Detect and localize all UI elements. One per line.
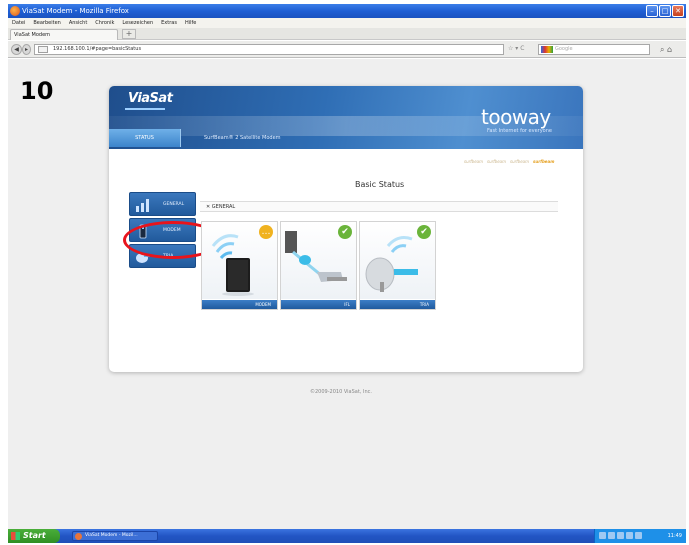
tray-icon[interactable] — [635, 532, 642, 539]
warning-badge: … — [259, 225, 273, 239]
tile-footer: TRIA — [360, 300, 435, 309]
device-tiles: … MODEM ✔ IFL ✔ TRIA — [201, 221, 436, 310]
tray-icon[interactable] — [608, 532, 615, 539]
ladder-step: surfbeam — [487, 159, 507, 164]
google-icon — [541, 46, 553, 53]
menu-item-view[interactable]: Ansicht — [69, 18, 87, 28]
tab-status[interactable]: STATUS — [109, 129, 181, 147]
page-title: Basic Status — [355, 180, 405, 189]
ok-badge: ✔ — [417, 225, 431, 239]
firefox-icon — [75, 533, 82, 540]
minimize-button[interactable]: – — [646, 5, 658, 17]
reload-icon[interactable]: ☆ ▾ C — [508, 45, 524, 52]
copyright-text: ©2009-2010 ViaSat, Inc. — [310, 389, 372, 395]
taskbar-item-firefox[interactable]: ViaSat Modem - Mozil... — [72, 531, 158, 541]
close-button[interactable]: ✕ — [672, 5, 684, 17]
ok-badge: ✔ — [338, 225, 352, 239]
search-placeholder: Google — [555, 46, 573, 52]
side-item-general[interactable]: GENERAL — [129, 192, 196, 216]
menu-item-tools[interactable]: Extras — [161, 18, 177, 28]
page-header: ViaSat tooway Fast Internet for everyone… — [109, 86, 583, 149]
ladder-step-active: surfbeam — [533, 159, 555, 164]
section-header-general[interactable]: ✕ GENERAL — [200, 201, 558, 212]
tray-icon[interactable] — [626, 532, 633, 539]
viasat-logo: ViaSat — [128, 91, 173, 106]
step-number: 10 — [20, 77, 54, 105]
menu-bar: Datei Bearbeiten Ansicht Chronik Lesezei… — [8, 18, 686, 28]
tile-footer: IFL — [281, 300, 356, 309]
window-title: ViaSat Modem - Mozilla Firefox — [22, 7, 129, 15]
menu-item-help[interactable]: Hilfe — [185, 18, 196, 28]
tray-icon[interactable] — [617, 532, 624, 539]
search-input[interactable]: Google — [538, 44, 650, 55]
tooway-tagline: Fast Internet for everyone — [487, 128, 552, 134]
browser-tab[interactable]: ViaSat Modem — [10, 29, 118, 40]
tray-icon[interactable] — [599, 532, 606, 539]
expand-icon: ✕ — [206, 204, 211, 210]
window-controls: – □ ✕ — [646, 5, 684, 17]
firefox-icon — [10, 6, 20, 16]
modem-page: ViaSat tooway Fast Internet for everyone… — [109, 86, 583, 372]
maximize-button[interactable]: □ — [659, 5, 671, 17]
section-title: GENERAL — [211, 204, 236, 210]
general-icon — [136, 199, 149, 212]
window-titlebar: ViaSat Modem - Mozilla Firefox – □ ✕ — [8, 4, 686, 18]
tooway-logo: tooway — [481, 105, 551, 129]
tray-icons — [599, 532, 642, 539]
start-label: Start — [23, 531, 46, 540]
back-button[interactable]: ◀ — [11, 44, 22, 55]
tile-ifl[interactable]: ✔ IFL — [280, 221, 357, 310]
taskbar: Start ViaSat Modem - Mozil... 11:49 — [8, 529, 686, 543]
tab-bar: ViaSat Modem + — [8, 28, 686, 40]
clock[interactable]: 11:49 — [668, 533, 682, 539]
home-icon[interactable]: ⌕ ⌂ — [660, 45, 672, 55]
side-menu: GENERAL MODEM TRIA — [123, 192, 223, 270]
viasat-logo-underline — [125, 108, 165, 110]
screen: ViaSat Modem - Mozilla Firefox – □ ✕ Dat… — [0, 0, 689, 545]
ladder-step: surfbeam — [510, 159, 530, 164]
windows-flag-icon — [11, 532, 20, 540]
site-identity-icon[interactable] — [38, 46, 48, 53]
tile-modem[interactable]: … MODEM — [201, 221, 278, 310]
header-subtitle: SurfBeam® 2 Satellite Modem — [204, 135, 281, 141]
menu-item-history[interactable]: Chronik — [95, 18, 114, 28]
task-label: ViaSat Modem - Mozil... — [85, 533, 138, 538]
menu-item-edit[interactable]: Bearbeiten — [33, 18, 60, 28]
tile-tria[interactable]: ✔ TRIA — [359, 221, 436, 310]
menu-item-bookmarks[interactable]: Lesezeichen — [122, 18, 153, 28]
ladder-step: surfbeam — [464, 159, 484, 164]
new-tab-button[interactable]: + — [122, 29, 136, 39]
side-item-label: GENERAL — [163, 202, 185, 207]
url-bar[interactable]: 192.168.100.1/#page=basicStatus — [34, 44, 504, 55]
menu-item-file[interactable]: Datei — [12, 18, 25, 28]
system-tray: 11:49 — [594, 529, 686, 543]
url-text: 192.168.100.1/#page=basicStatus — [53, 46, 142, 52]
forward-button[interactable]: ▸ — [22, 44, 31, 55]
start-button[interactable]: Start — [8, 529, 60, 543]
status-ladder: surfbeam surfbeam surfbeam surfbeam — [464, 159, 555, 169]
tile-footer: MODEM — [202, 300, 277, 309]
navigation-bar: ◀ ▸ 192.168.100.1/#page=basicStatus ☆ ▾ … — [8, 41, 686, 58]
